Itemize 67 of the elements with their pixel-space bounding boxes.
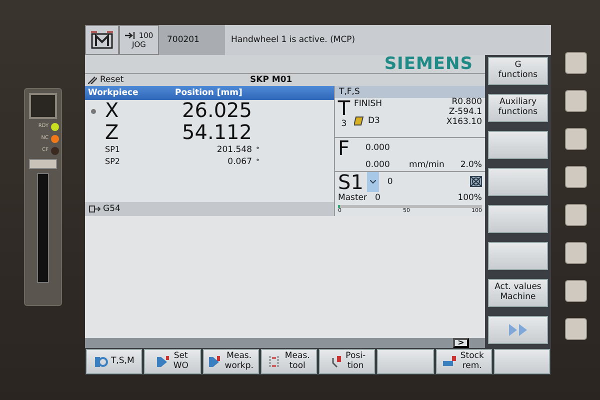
- tool-name: FINISH: [354, 98, 382, 111]
- tool-offset: X163.10: [446, 118, 482, 128]
- softkey[interactable]: Stock rem.: [436, 349, 492, 374]
- hardware-key[interactable]: [564, 52, 586, 74]
- work-offset-icon: [89, 205, 101, 213]
- channel-status: Reset: [100, 74, 124, 86]
- spindle-name: S1: [338, 172, 364, 192]
- softkey[interactable]: Auxiliary functions: [488, 94, 548, 122]
- softkey[interactable]: G functions: [488, 57, 548, 85]
- softkey[interactable]: Set WO: [144, 349, 200, 374]
- spindle-stop-drawing: [470, 176, 482, 187]
- work-offset: G54: [103, 202, 120, 216]
- work-offset-icon: [156, 354, 170, 368]
- axis-name: X: [105, 98, 119, 122]
- tool-number: 3: [341, 118, 347, 131]
- axis-name: SP2: [105, 157, 120, 166]
- stock-removal-icon: [443, 354, 458, 368]
- spindle-tool-icon: [94, 354, 108, 368]
- feed-programmed: 0.000: [366, 158, 390, 172]
- softkey[interactable]: T,S,M: [86, 349, 142, 374]
- hardware-key[interactable]: [564, 90, 586, 112]
- cutting-insert-icon: [354, 116, 364, 126]
- program-influence: SKP M01: [250, 74, 292, 86]
- softkey[interactable]: Meas. tool: [260, 349, 317, 374]
- hardware-key[interactable]: [564, 166, 586, 188]
- step-icon: [124, 32, 135, 39]
- usb-port: [28, 159, 56, 169]
- tool-letter: T: [338, 98, 350, 118]
- feed-actual: 0.000: [366, 142, 390, 155]
- tool-offset: R0.800: [452, 98, 482, 108]
- alarm-message: Handwheel 1 is active. (MCP): [231, 34, 356, 46]
- spindle-actual: 0: [387, 176, 393, 188]
- softkey[interactable]: Posi- tion: [319, 349, 376, 374]
- spindle-override: 100%: [458, 192, 482, 205]
- brand-logo: SIEMENS: [384, 56, 473, 72]
- axis-value: 201.548: [216, 144, 252, 154]
- softkey[interactable]: Meas. workp.: [202, 349, 259, 374]
- program-number: 700201: [167, 34, 200, 46]
- workpiece-probe-icon: [208, 354, 222, 368]
- double-arrow-icon: [508, 324, 528, 336]
- cutting-edge: D3: [368, 114, 380, 128]
- axis-value: 54.112: [182, 120, 252, 144]
- reset-icon: [88, 76, 97, 84]
- machine-mode-icon: [90, 30, 114, 50]
- feed-unit: mm/min: [408, 158, 444, 172]
- hardware-key[interactable]: [564, 318, 586, 340]
- ethernet-port: [28, 93, 56, 119]
- softkey[interactable]: Act. values Machine: [488, 279, 548, 307]
- hardware-key[interactable]: [564, 242, 586, 264]
- column-header: Position [mm]: [175, 86, 242, 100]
- axis-name: SP1: [105, 144, 120, 154]
- hardware-key[interactable]: [564, 128, 586, 150]
- spindle-selector[interactable]: [367, 172, 380, 192]
- tool-offset: Z-594.1: [448, 108, 482, 118]
- scroll-right-button[interactable]: >: [453, 338, 469, 348]
- hardware-key[interactable]: [564, 280, 586, 302]
- panel-title: T,F,S: [339, 86, 360, 98]
- axis-name: Z: [105, 120, 119, 144]
- feed-letter: F: [338, 138, 350, 162]
- spindle-mode: Master: [338, 192, 368, 205]
- feed-override: 2.0%: [460, 158, 482, 172]
- column-header: Workpiece: [87, 86, 140, 100]
- axis-value: 0.067: [228, 157, 252, 168]
- axis-value: 26.025: [182, 98, 252, 122]
- chevron-icon: [370, 180, 376, 184]
- hardware-key[interactable]: [564, 204, 586, 226]
- spindle-programmed: 0: [375, 192, 380, 205]
